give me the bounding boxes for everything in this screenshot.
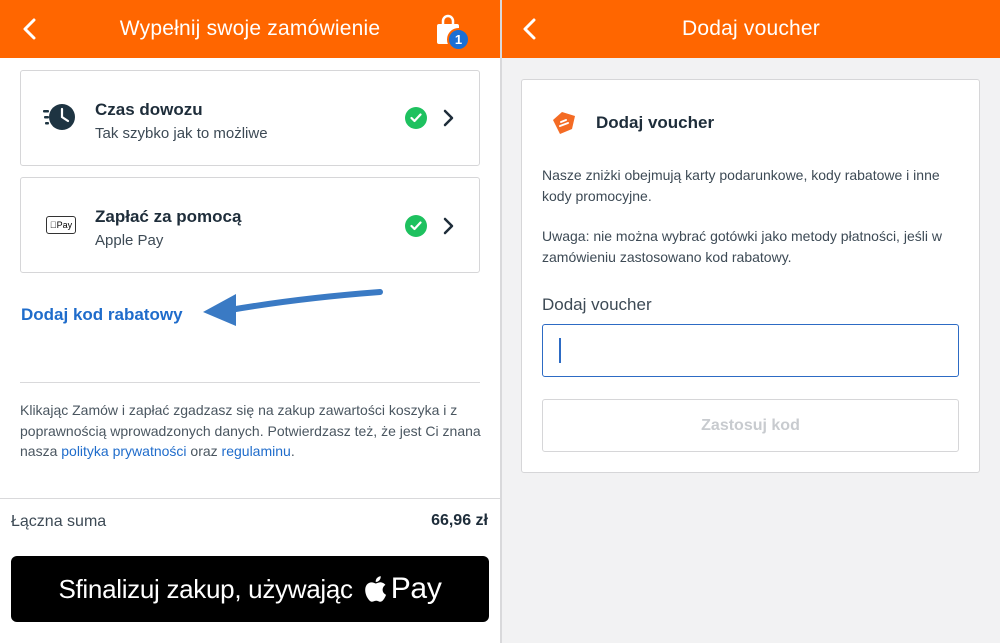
voucher-code-input[interactable] (542, 324, 959, 377)
payment-method-card[interactable]: Pay Zapłać za pomocą Apple Pay (20, 177, 480, 273)
add-discount-code-link[interactable]: Dodaj kod rabatowy (21, 305, 183, 325)
terms-link[interactable]: regulaminu (222, 443, 291, 459)
payment-title: Zapłać za pomocą (95, 207, 242, 226)
voucher-card: Dodaj voucher Nasze zniżki obejmują kart… (521, 79, 980, 473)
voucher-panel: Dodaj voucher Dodaj voucher Nasze zniżki… (502, 0, 1000, 643)
total-label: Łączna suma (11, 513, 107, 530)
cart-button[interactable]: 1 (432, 12, 470, 52)
apple-pay-button-label: Sfinalizuj zakup, używając (58, 573, 353, 604)
clock-icon (43, 104, 75, 130)
annotation-arrow (203, 289, 383, 326)
voucher-tag-icon (553, 112, 575, 134)
delivery-title: Czas dowozu (95, 100, 203, 119)
voucher-header: Dodaj voucher (502, 0, 1000, 58)
page-title: Dodaj voucher (681, 17, 820, 40)
voucher-description: Nasze zniżki obejmują karty podarunkowe,… (542, 167, 940, 204)
delivery-subtitle: Tak szybko jak to możliwe (95, 125, 268, 142)
delivery-time-card[interactable]: Czas dowozu Tak szybko jak to możliwe (20, 70, 480, 166)
check-circle-icon (405, 107, 427, 129)
chevron-right-icon (443, 109, 454, 127)
apple-pay-button-pay: Pay (390, 572, 442, 605)
cart-count-badge: 1 (447, 28, 470, 51)
apple-pay-icon: Pay (46, 216, 76, 234)
voucher-card-title: Dodaj voucher (596, 113, 715, 132)
legal-notice: Klikając Zamów i zapłać zgadzasz się na … (20, 402, 481, 459)
apple-pay-checkout-button[interactable]: Sfinalizuj zakup, używając Pay (11, 556, 489, 622)
payment-subtitle: Apple Pay (95, 232, 164, 249)
divider (0, 498, 500, 499)
back-chevron-icon[interactable] (16, 15, 42, 43)
voucher-code-field[interactable] (543, 325, 958, 376)
back-chevron-icon[interactable] (516, 15, 542, 43)
privacy-policy-link[interactable]: polityka prywatności (61, 443, 186, 459)
total-value: 66,96 zł (431, 512, 488, 529)
divider (20, 382, 480, 383)
page-title: Wypełnij swoje zamówienie (119, 17, 381, 40)
chevron-right-icon (443, 217, 454, 235)
voucher-cash-warning: Uwaga: nie można wybrać gotówki jako met… (542, 228, 942, 265)
apple-logo-icon (364, 576, 386, 602)
voucher-input-label: Dodaj voucher (542, 295, 652, 314)
apply-code-button[interactable]: Zastosuj kod (542, 399, 959, 452)
checkout-header: Wypełnij swoje zamówienie 1 (0, 0, 500, 58)
checkout-panel: Wypełnij swoje zamówienie 1 Czas dowozu … (0, 0, 500, 643)
check-circle-icon (405, 215, 427, 237)
